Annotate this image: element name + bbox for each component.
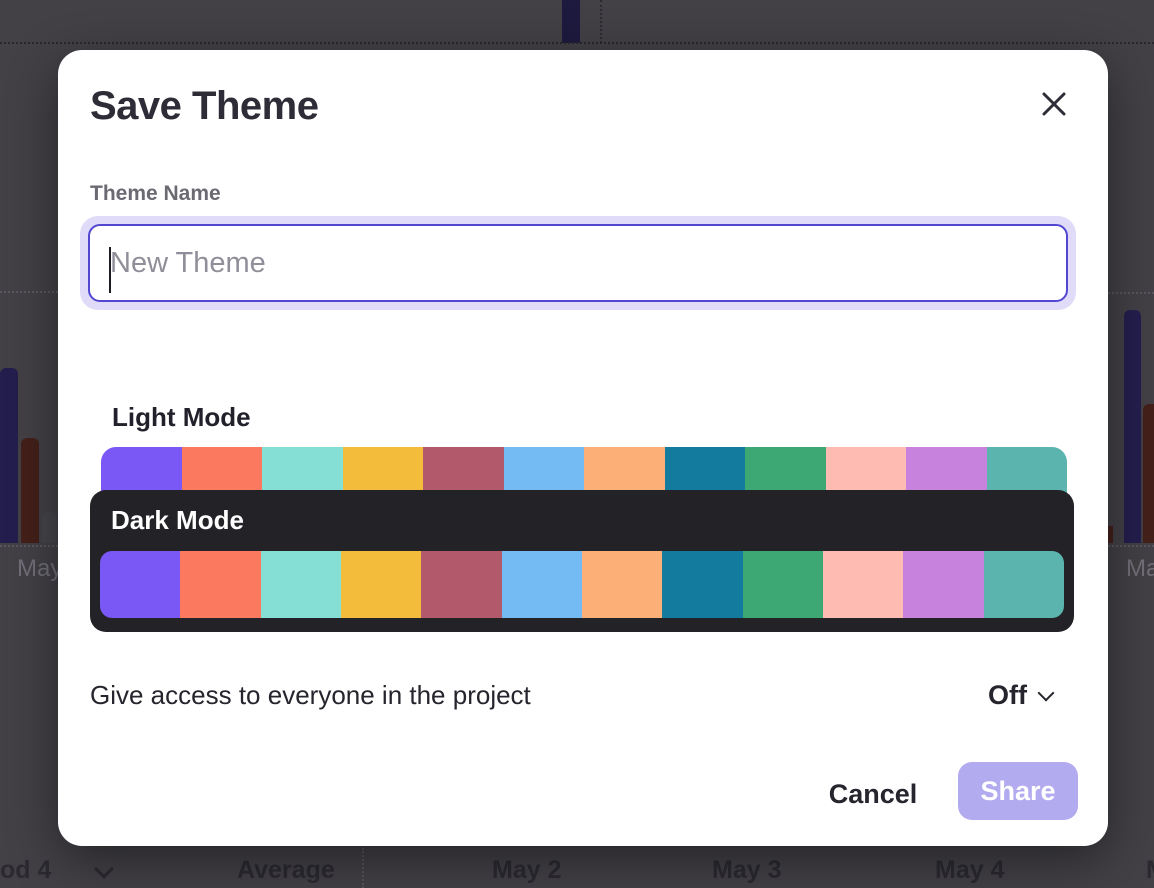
chart-bar: [1108, 526, 1113, 543]
grid-line-horizontal: [0, 42, 1154, 44]
color-swatch: [180, 551, 260, 618]
theme-name-label: Theme Name: [90, 182, 221, 206]
axis-line: [1108, 545, 1154, 547]
chart-bar: [0, 368, 18, 543]
access-dropdown-value: Off: [988, 680, 1027, 711]
color-swatch: [903, 551, 983, 618]
color-swatch: [341, 551, 421, 618]
color-swatch: [662, 551, 742, 618]
chart-bar: [21, 438, 39, 543]
dark-mode-palette: [100, 551, 1064, 618]
theme-name-field-focus-ring: [80, 216, 1076, 310]
axis-line: [0, 545, 58, 547]
x-axis-label: May 4: [935, 856, 1004, 885]
text-cursor: [109, 247, 111, 293]
close-button[interactable]: [1034, 84, 1074, 124]
color-swatch: [100, 551, 180, 618]
grid-line-horizontal: [0, 291, 58, 293]
cancel-button[interactable]: Cancel: [818, 772, 928, 816]
dark-mode-preview-card: Dark Mode: [90, 490, 1074, 632]
chevron-down-icon[interactable]: [94, 859, 114, 879]
light-mode-label: Light Mode: [112, 402, 251, 433]
chart-bar: [1124, 310, 1141, 543]
chart-bar: [42, 512, 57, 543]
x-axis-label: Ma: [1126, 555, 1154, 583]
color-swatch: [421, 551, 501, 618]
x-axis-label: May 3: [712, 856, 781, 885]
color-swatch: [823, 551, 903, 618]
x-axis-label: May: [17, 555, 62, 583]
grid-line-vertical: [600, 0, 602, 43]
dialog-title: Save Theme: [90, 84, 318, 129]
color-swatch: [984, 551, 1064, 618]
close-icon: [1041, 91, 1067, 117]
app-background: May Ma od 4 Average May 2 May 3 May 4 M …: [0, 0, 1154, 888]
x-axis-label: May 2: [492, 856, 561, 885]
dark-mode-label: Dark Mode: [111, 505, 244, 536]
grid-line-vertical: [362, 848, 364, 888]
access-dropdown[interactable]: Off: [988, 680, 1052, 711]
chart-bar: [562, 0, 580, 43]
x-axis-label: Average: [237, 856, 335, 885]
color-swatch: [502, 551, 582, 618]
color-swatch: [261, 551, 341, 618]
save-theme-dialog: Save Theme Theme Name Light Mode Dark Mo…: [58, 50, 1108, 846]
chart-bar: [1143, 404, 1154, 543]
period-dropdown-label[interactable]: od 4: [0, 856, 51, 885]
share-button[interactable]: Share: [958, 762, 1078, 820]
access-toggle-label: Give access to everyone in the project: [90, 680, 531, 711]
chevron-down-icon: [1038, 684, 1055, 701]
color-swatch: [743, 551, 823, 618]
theme-name-input[interactable]: [88, 224, 1068, 302]
grid-line-horizontal: [1108, 292, 1154, 294]
color-swatch: [582, 551, 662, 618]
x-axis-label: M: [1146, 856, 1154, 885]
